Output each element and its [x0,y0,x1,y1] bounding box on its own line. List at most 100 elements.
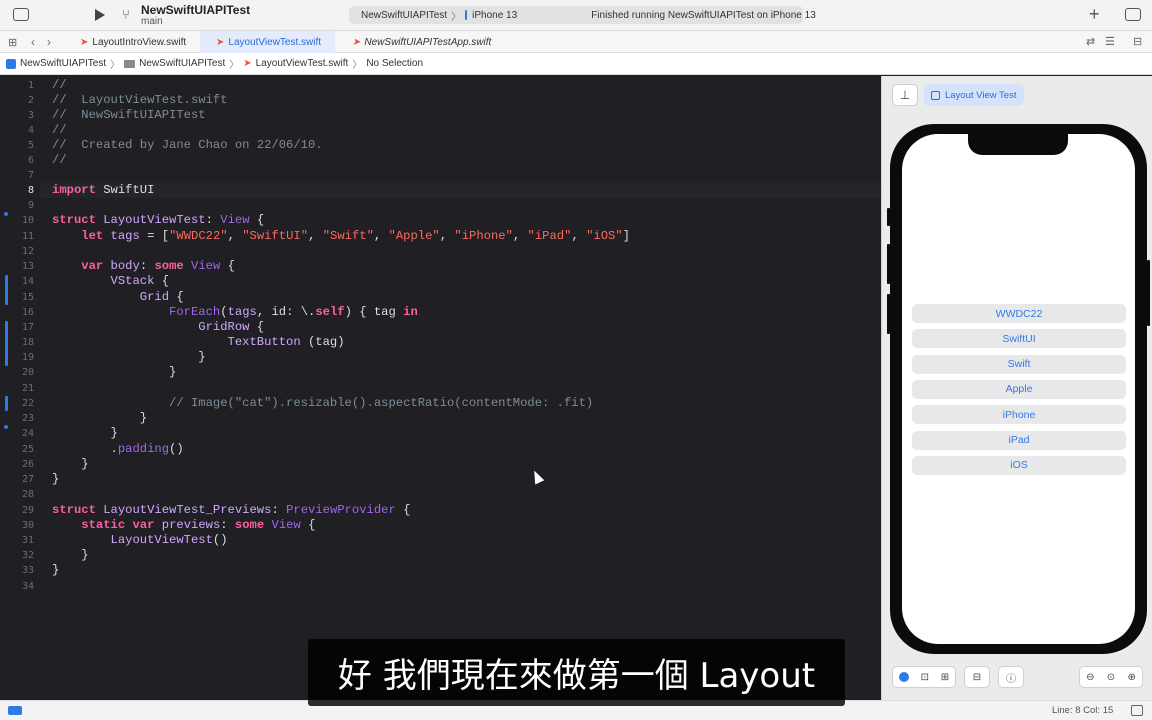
code-line: } [52,472,60,486]
mute-switch [887,208,890,226]
line-number: 10 [21,215,34,226]
phone-screen: WWDC22 SwiftUI Swift Apple iPhone iPad iOS [902,134,1135,644]
jump-bar: NewSwiftUIAPITest 〉 NewSwiftUIAPITest 〉 … [0,53,1152,75]
refresh-icon[interactable]: ⇄ [1086,35,1095,48]
code-line: import SwiftUI [52,183,155,197]
breadcrumb-file[interactable]: ➤ LayoutViewTest.swift [243,58,348,69]
code-line: static var previews: some View { [81,518,316,532]
line-number: 27 [21,474,34,485]
run-icon[interactable] [95,9,105,21]
line-number: 16 [21,307,34,318]
tag-button[interactable]: iPad [912,430,1126,450]
change-dot[interactable] [4,212,8,216]
back-icon[interactable]: ‹ [31,35,35,49]
code-line: // Image("cat").resizable().aspectRatio(… [169,396,594,410]
zoom-out-icon[interactable]: ⊖ [1086,672,1094,683]
preview-icon [931,90,940,100]
code-line: let tags = ["WWDC22", "SwiftUI", "Swift"… [81,229,630,243]
zoom-controls: ⊖ ⊙ ⊕ [1079,666,1143,688]
tag-button[interactable]: Swift [912,354,1126,374]
editor-options-icon[interactable]: ☰ [1105,35,1115,48]
swift-file-icon: ➤ [352,36,361,48]
code-line: } [52,426,118,440]
line-number: 26 [21,459,34,470]
change-indicator[interactable] [5,275,8,305]
breadcrumb-selection[interactable]: No Selection [366,58,423,69]
change-dot[interactable] [4,425,8,429]
line-number: 13 [21,261,34,272]
line-number: 20 [21,367,34,378]
line-number: 34 [21,581,34,592]
line-number: 24 [21,428,34,439]
grid-icon[interactable]: ⊞ [8,36,17,49]
tag-button[interactable]: SwiftUI [912,329,1126,349]
line-number: 2 [27,95,34,106]
project-icon [6,58,16,69]
inspector-toggle-icon[interactable] [1125,8,1141,21]
preview-selector[interactable]: Layout View Test [924,84,1024,106]
line-number: 31 [21,535,34,546]
line-number: 32 [21,550,34,561]
code-line: } [52,350,206,364]
line-number-gutter: 1 2 3 4 5 6 7 8 9 10 11 12 13 14 15 16 17 18 19 20 21 22 23 24 2… [0,76,40,700]
inspect-button[interactable]: ⓘ [998,666,1024,688]
zoom-fit-icon[interactable]: ⊙ [1107,672,1115,683]
tab-layout-intro-view[interactable]: ➤ LayoutIntroView.swift [66,31,199,53]
change-indicator[interactable] [5,321,8,366]
device-name[interactable]: iPhone 13 [472,10,517,21]
line-number: 3 [27,110,34,121]
tag-button[interactable]: WWDC22 [912,304,1126,323]
line-number: 5 [27,140,34,151]
line-number: 1 [27,80,34,91]
branch-icon: ⑂ [122,7,130,22]
tab-label: LayoutIntroView.swift [92,36,187,48]
code-line: Grid { [139,290,184,304]
code-line: TextButton (tag) [227,335,345,349]
code-line: ForEach(tags, id: \.self) { tag in [169,305,418,319]
pin-button[interactable]: ⊥ [892,84,918,106]
preview-title: Layout View Test [945,89,1017,101]
device-settings-button[interactable]: ⊟ [964,666,990,688]
code-line: } [52,563,60,577]
scheme-activity-bar[interactable]: NewSwiftUIAPITest 〉 iPhone 13 Finished r… [349,6,816,24]
sidebar-toggle-icon[interactable] [13,8,29,21]
live-preview-icon[interactable] [898,672,909,682]
video-subtitle: 好 我們現在來做第一個 Layout [308,639,845,706]
line-number: 33 [21,565,34,576]
breadcrumb-folder[interactable]: NewSwiftUIAPITest [124,58,225,69]
folder-icon [124,59,136,68]
tag-button[interactable]: iOS [912,455,1126,475]
iphone-frame: WWDC22 SwiftUI Swift Apple iPhone iPad iOS [887,124,1150,654]
panel-toggle-icon[interactable] [1131,705,1143,716]
tab-new-swiftui-api-test-app[interactable]: ➤ NewSwiftUIAPITestApp.swift [336,31,516,53]
chevron-right-icon: 〉 [352,60,363,71]
variants-icon[interactable]: ⊞ [941,672,949,683]
line-number: 21 [21,383,34,394]
cursor-position: Line: 8 Col: 15 [1052,705,1114,716]
code-line: struct LayoutViewTest: View { [52,213,265,227]
power-button [1147,260,1150,326]
add-button[interactable]: + [1089,4,1100,25]
line-number: 8 [27,185,34,196]
forward-icon[interactable]: › [47,35,51,49]
scheme-target[interactable]: NewSwiftUIAPITest [361,10,447,21]
breadcrumb-project[interactable]: NewSwiftUIAPITest [6,58,106,69]
split-editor-icon[interactable]: ⊟ [1133,35,1142,48]
tab-layout-view-test[interactable]: ➤ LayoutViewTest.swift [200,31,335,53]
code-line: struct LayoutViewTest_Previews: PreviewP… [52,503,411,517]
code-line: VStack { [110,274,170,288]
change-indicator[interactable] [5,396,8,411]
selectable-icon[interactable]: ⊡ [921,672,929,683]
pin-icon: ⊥ [899,88,911,102]
line-number: 30 [21,520,34,531]
line-number: 25 [21,444,34,455]
debug-area-toggle-icon[interactable] [8,706,22,715]
tag-button[interactable]: Apple [912,379,1126,399]
current-line-highlight [40,183,881,198]
code-editor[interactable]: 1 2 3 4 5 6 7 8 9 10 11 12 13 14 15 16 17 18 19 20 21 22 23 24 2… [0,76,881,700]
code-line: // [52,153,67,167]
line-number: 12 [21,246,34,257]
zoom-in-icon[interactable]: ⊕ [1127,672,1135,683]
tag-button[interactable]: iPhone [912,405,1126,425]
code-line: // Created by Jane Chao on 22/06/10. [52,138,323,152]
